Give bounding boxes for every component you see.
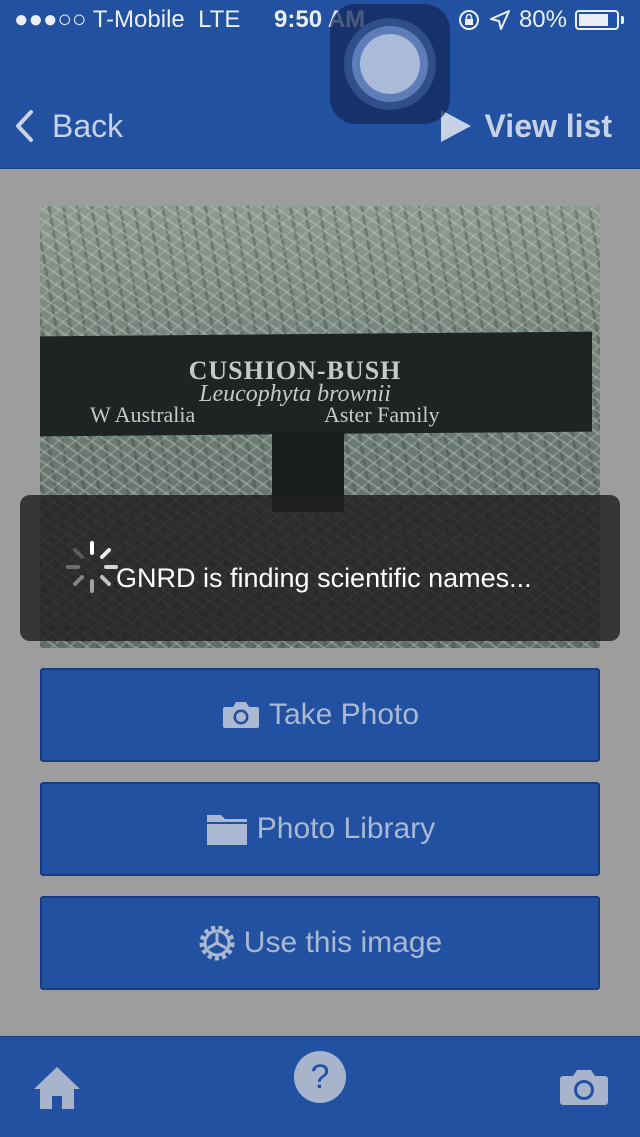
folder-icon: [206, 815, 247, 845]
battery-icon: [575, 10, 619, 30]
back-button[interactable]: Back: [14, 100, 123, 152]
sign-family: Aster Family: [324, 402, 440, 427]
gear-icon: [199, 925, 235, 961]
spinner-icon: [66, 541, 118, 593]
view-list-label: View list: [484, 107, 612, 144]
photo-library-label: Photo Library: [256, 812, 436, 845]
assistive-touch-button[interactable]: [330, 4, 450, 124]
take-photo-label: Take Photo: [268, 698, 420, 731]
help-icon[interactable]: ?: [294, 1051, 346, 1103]
loading-message: GNRD is finding scientific names...: [116, 563, 532, 593]
camera-icon: [222, 702, 259, 728]
use-image-button[interactable]: Use this image: [40, 896, 600, 990]
rotation-lock-icon: [458, 10, 479, 30]
carrier-label: ●●●○○ T-Mobile: [14, 6, 185, 33]
location-arrow-icon: [489, 10, 510, 30]
sign-region: W Australia: [90, 402, 196, 427]
battery-percent: 80%: [518, 6, 567, 33]
battery-level: [579, 14, 608, 26]
tab-bar: ?: [0, 1036, 640, 1137]
battery-tip: [621, 16, 624, 24]
chevron-left-icon: [16, 110, 33, 142]
camera-tab-icon[interactable]: [558, 1067, 610, 1107]
photo-library-button[interactable]: Photo Library: [40, 782, 600, 876]
status-right: 80%: [457, 0, 624, 40]
use-image-label: Use this image: [243, 926, 443, 959]
status-bar: ●●●○○ T-Mobile LTE 9:50 AM 80%: [0, 0, 640, 40]
back-label: Back: [52, 107, 124, 144]
take-photo-button[interactable]: Take Photo: [40, 668, 600, 762]
home-icon[interactable]: [32, 1065, 82, 1111]
view-list-button[interactable]: View list: [439, 100, 612, 152]
carrier-info: ●●●○○ T-Mobile LTE: [14, 0, 240, 40]
network-label: LTE: [198, 6, 241, 33]
loading-hud: GNRD is finding scientific names...: [20, 495, 620, 641]
assistive-touch-dot: [360, 34, 420, 94]
